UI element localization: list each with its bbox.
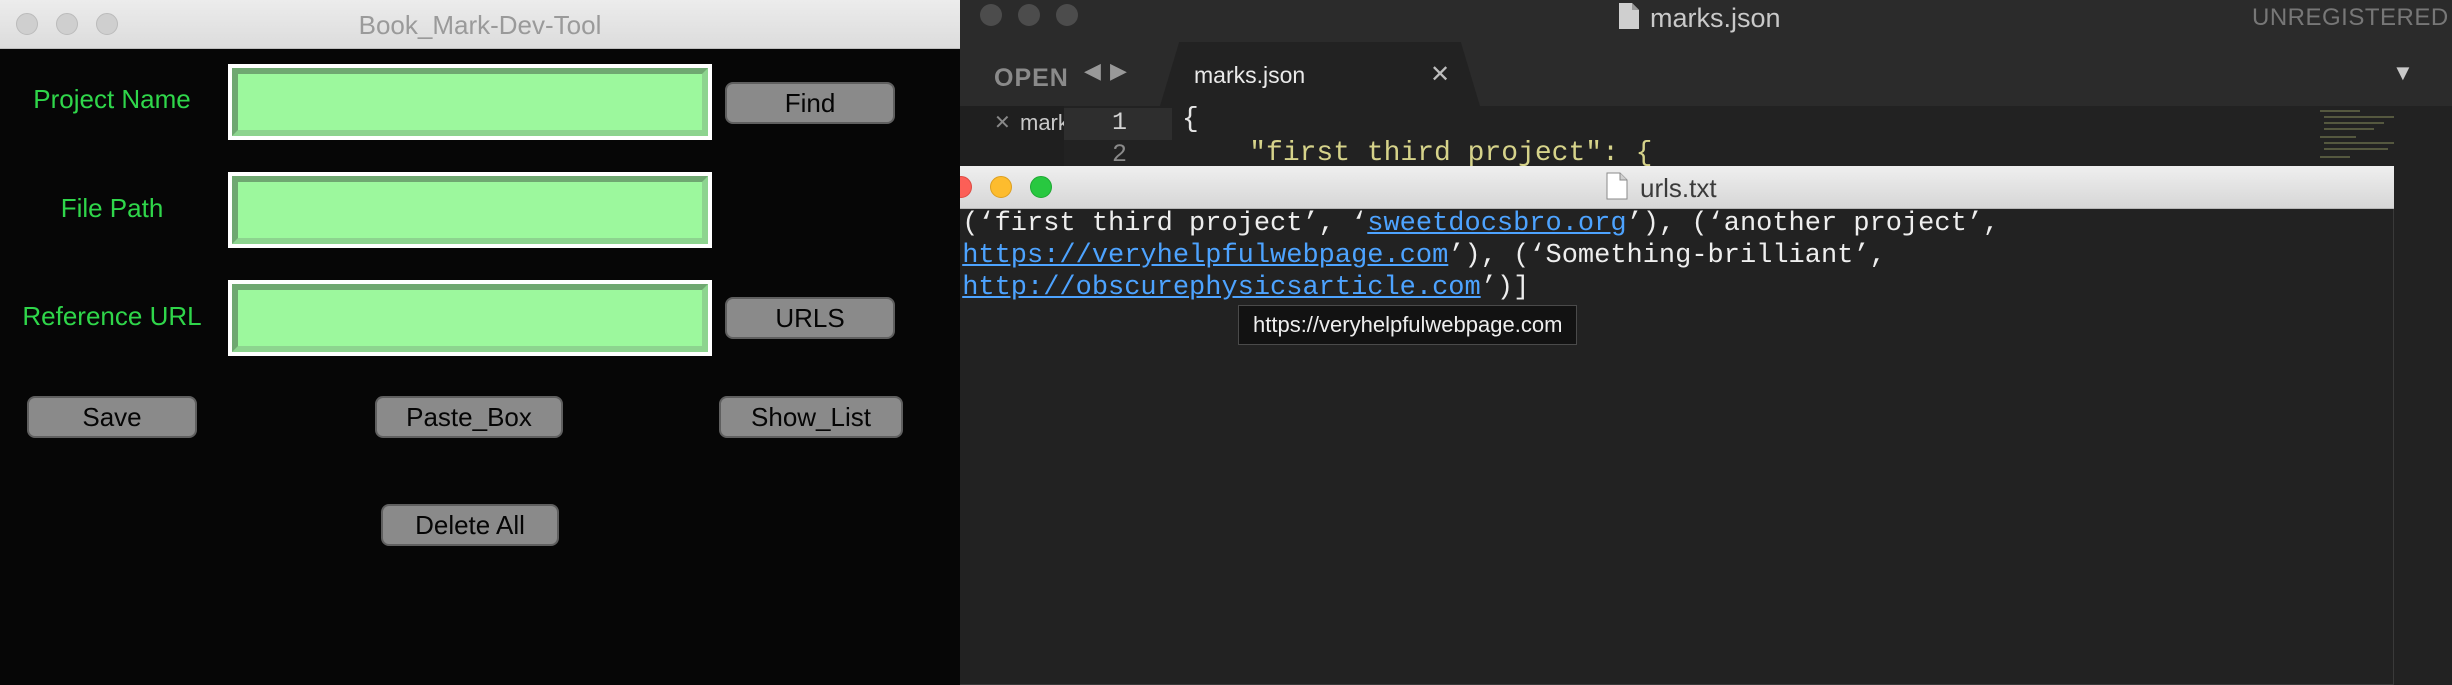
project-name-label: Project Name [33, 84, 191, 114]
urls-text: [(‘first third project’, ‘ [946, 209, 1368, 239]
sidebar-close-icon[interactable]: ✕ [994, 110, 1011, 135]
tab-label: marks.json [1194, 62, 1306, 88]
reference-url-input[interactable] [232, 284, 708, 352]
urls-minimize-icon[interactable] [990, 176, 1012, 198]
project-name-input[interactable] [232, 68, 708, 136]
editor-window-title: marks.json [1650, 3, 1781, 33]
reference-url-label: Reference URL [22, 301, 202, 331]
file-path-label: File Path [60, 193, 164, 223]
link-sweetdocsbro[interactable]: sweetdocsbro.org [1367, 209, 1626, 239]
editor-close-icon[interactable] [980, 4, 1002, 26]
delete-all-button[interactable]: Delete All [381, 504, 559, 546]
code-line[interactable]: "first third project": { [1182, 138, 1652, 169]
nav-forward-icon[interactable]: ▶ [1110, 58, 1127, 84]
line-number: 2 [1112, 140, 1128, 169]
urls-zoom-icon[interactable] [1030, 176, 1052, 198]
bookmark-window-title: Book_Mark-Dev-Tool [358, 10, 602, 40]
link-obscurephysicsarticle[interactable]: http://obscurephysicsarticle.com [962, 273, 1480, 303]
urls-text-content: [(‘first third project’, ‘sweetdocsbro.o… [946, 208, 2384, 304]
editor-zoom-icon[interactable] [1056, 4, 1078, 26]
code-line[interactable]: { [1182, 104, 1199, 135]
line-number: 1 [1112, 108, 1128, 137]
urls-text: ’)] [1480, 273, 1530, 303]
file-icon [1606, 172, 1628, 200]
link-veryhelpfulwebpage[interactable]: https://veryhelpfulwebpage.com [962, 241, 1448, 271]
show-list-button[interactable]: Show_List [719, 396, 903, 438]
paste-box-button[interactable]: Paste_Box [375, 396, 563, 438]
file-path-input[interactable] [232, 176, 708, 244]
tab-close-icon[interactable]: ✕ [1430, 60, 1450, 89]
urls-button[interactable]: URLS [725, 297, 895, 339]
dropdown-icon[interactable]: ▼ [2392, 60, 2414, 86]
project-name-field-frame [228, 64, 712, 140]
file-path-field-frame [228, 172, 712, 248]
editor-minimize-icon[interactable] [1018, 4, 1040, 26]
nav-back-icon[interactable]: ◀ [1084, 58, 1101, 84]
unregistered-status: UNREGISTERED [2252, 4, 2449, 31]
reference-url-field-frame [228, 280, 712, 356]
open-files-label: OPEN [994, 64, 1069, 92]
editor-right-area [2394, 106, 2452, 685]
file-icon [1619, 3, 1639, 29]
save-button[interactable]: Save [27, 396, 197, 438]
urls-window-title: urls.txt [1640, 173, 1717, 203]
link-tooltip: https://veryhelpfulwebpage.com [1238, 305, 1578, 345]
find-button[interactable]: Find [725, 82, 895, 124]
